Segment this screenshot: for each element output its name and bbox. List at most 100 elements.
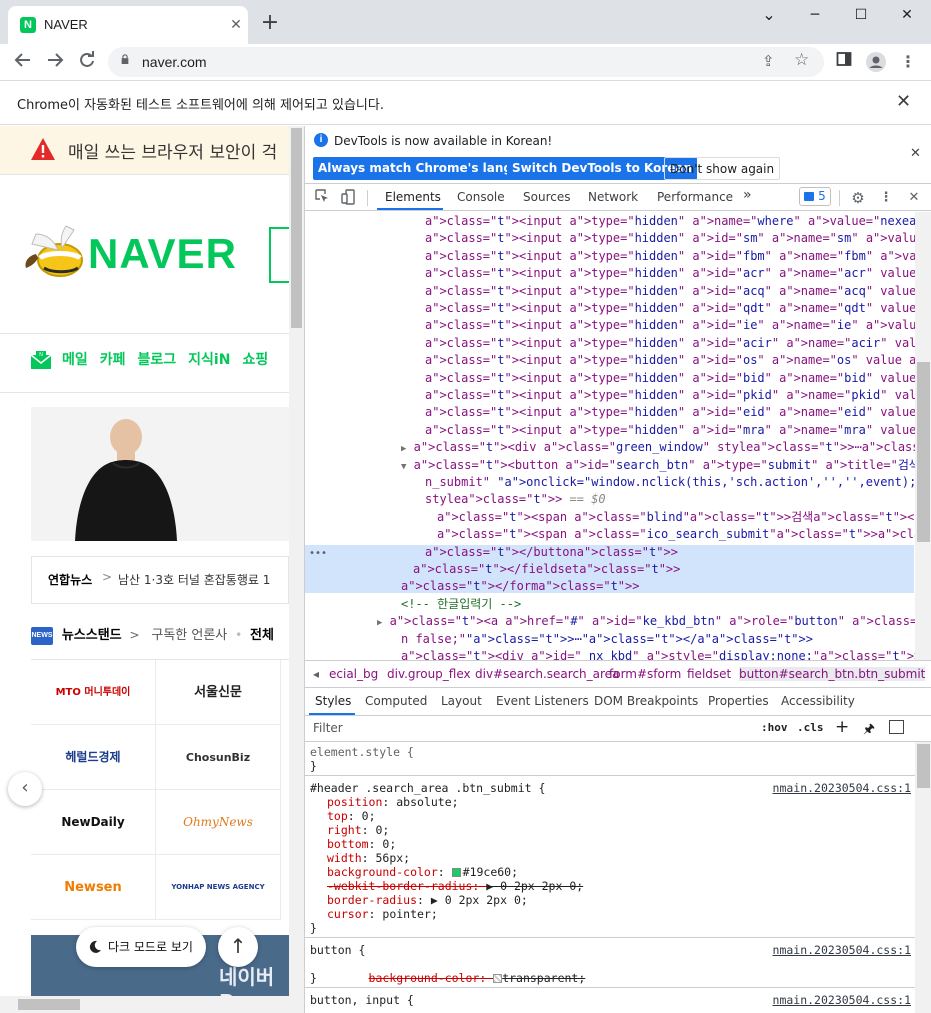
hover-state-toggle[interactable]: :hov [761,721,788,734]
dom-node-line[interactable]: a">class="t"></buttona">class="t">> [305,544,915,561]
carousel-prev-button[interactable]: ‹ [8,772,42,806]
search-box[interactable] [269,227,289,283]
style-property[interactable]: bottom: 0; [327,837,396,851]
subtab-styles[interactable]: Styles [315,694,351,708]
tab-console[interactable]: Console [457,190,505,204]
nav-shopping[interactable]: 쇼핑 [242,352,268,368]
subtab-accessibility[interactable]: Accessibility [781,694,855,708]
rule-selector[interactable]: #header .search_area .btn_submit { [310,781,545,795]
subtab-layout[interactable]: Layout [441,694,482,708]
tab-performance[interactable]: Performance [657,190,733,204]
news-ticker[interactable]: 연합뉴스 > 남산 1·3호 터널 혼잡통행료 1 [31,556,289,604]
dark-mode-button[interactable]: 다크 모드로 보기 [76,927,206,967]
more-tabs-icon[interactable]: » [743,187,752,203]
dom-node-line[interactable]: n false;""a">class="t">>⋯"a">class="t"><… [305,631,915,648]
close-window-button[interactable]: ✕ [884,0,930,32]
dont-show-again-button[interactable]: Don't show again [664,157,781,180]
address-bar[interactable]: naver.com ⇪ ☆ [108,47,824,77]
bookmark-star-icon[interactable]: ☆ [794,50,809,70]
dom-node-line[interactable]: a">class="t"><input a">type="hidden" a">… [305,404,915,421]
tab-network[interactable]: Network [588,190,638,204]
breadcrumb-item[interactable]: form#sform [609,667,681,681]
dom-node-line[interactable]: a">class="t"><input a">type="hidden" a">… [305,335,915,352]
element-state-icon[interactable]: 🖈 [863,720,875,742]
profile-avatar-icon[interactable] [865,51,887,73]
color-swatch[interactable] [493,974,503,983]
dom-node-line[interactable]: a">class="t"><input a">type="hidden" a">… [305,248,915,265]
breadcrumb-item[interactable]: ecial_bg [329,667,378,681]
news-headline[interactable]: 남산 1·3호 터널 혼잡통행료 1 [118,571,270,588]
issues-badge[interactable]: 5 [799,187,831,206]
infobar-close-icon[interactable]: ✕ [896,91,911,112]
dom-scrollbar-thumb[interactable] [917,362,930,542]
back-icon[interactable] [12,51,34,73]
inspect-element-icon[interactable] [313,189,331,207]
reload-icon[interactable] [76,51,98,73]
security-alert-banner[interactable]: 매일 쓰는 브라우저 보안이 걱 [0,126,289,174]
tab-search-icon[interactable]: ⌄ [746,0,792,32]
subtab-computed[interactable]: Computed [365,694,427,708]
dom-node-line[interactable]: stylea">class="t">> == $0 [305,491,915,508]
breadcrumb-scroll-left-icon[interactable]: ◂ [313,667,319,681]
nav-blog[interactable]: 블로그 [138,352,177,368]
breadcrumb-item-selected[interactable]: button#search_btn.btn_submit [739,667,926,681]
new-style-rule-icon[interactable]: + [835,717,849,737]
dom-node-line[interactable]: a">class="t"></forma">class="t">> [305,578,915,595]
toggle-sidebar-icon[interactable] [889,720,904,734]
dom-node-line[interactable]: ▶ a">class="t"><a a">href="#" a">id="ke_… [305,613,915,630]
dom-node-line[interactable]: a">class="t"><input a">type="hidden" a">… [305,422,915,439]
breadcrumb-item[interactable]: fieldset [687,667,731,681]
press-logo-newdaily[interactable]: NewDaily [31,790,156,855]
naver-mascot-logo-icon[interactable] [22,218,86,280]
dom-node-line[interactable]: a">class="t"><input a">type="hidden" a">… [305,387,915,404]
subtab-event-listeners[interactable]: Event Listeners [496,694,589,708]
press-logo-herald[interactable]: 헤럴드경제 [31,725,156,790]
mail-icon[interactable]: N [30,349,52,371]
newsstand-title[interactable]: 뉴스스탠드 [62,628,122,643]
rule-selector[interactable]: button { [310,943,365,957]
device-toolbar-icon[interactable] [339,189,357,207]
press-logo-ohmynews[interactable]: OhmyNews [156,790,281,855]
press-logo-newsen[interactable]: Newsen [31,855,156,920]
style-property[interactable]: -webkit-border-radius: ▶ 0 2px 2px 0; [327,879,583,893]
element-style-selector[interactable]: element.style { [310,745,414,759]
settings-gear-icon[interactable]: ⚙ [849,189,867,207]
breadcrumb-item[interactable]: div.group_flex [387,667,471,681]
dom-tree[interactable]: ••• a">class="t"><input a">type="hidden"… [305,212,915,660]
nav-kin[interactable]: 지식iN [188,352,230,368]
share-icon[interactable]: ⇪ [762,52,775,70]
promo-banner-image[interactable] [31,407,289,541]
dom-node-line[interactable]: a">class="t"><input a">type="hidden" a">… [305,213,915,230]
tab-sources[interactable]: Sources [523,190,570,204]
maximize-button[interactable]: ☐ [838,0,884,32]
dom-node-line[interactable]: a">class="t"><input a">type="hidden" a">… [305,352,915,369]
browser-menu-icon[interactable]: ⋮ [897,51,919,73]
style-property[interactable]: width: 56px; [327,851,410,865]
dom-node-line[interactable]: a">class="t"><input a">type="hidden" a">… [305,370,915,387]
subscribed-press-tab[interactable]: 구독한 언론사 [151,628,227,643]
dom-node-line[interactable]: n_submit" "a">onclick="window.nclick(thi… [305,474,915,491]
naver-logo-text[interactable]: NAVER [88,230,237,278]
dom-node-line[interactable]: ▼ a">class="t"><button a">id="search_btn… [305,457,915,474]
dom-comment-node[interactable]: <!-- 한글입력기 --> [305,596,915,613]
rule-source-link[interactable]: nmain.20230504.css:1 [773,781,911,795]
dom-node-line[interactable]: a">class="t"><span a">class="blind"a">cl… [305,509,915,526]
styles-scrollbar-thumb[interactable] [917,744,930,788]
dom-node-line[interactable]: a">class="t"><input a">type="hidden" a">… [305,300,915,317]
nav-cafe[interactable]: 카페 [100,352,126,368]
page-horizontal-scrollbar-thumb[interactable] [18,999,80,1010]
dom-node-line[interactable]: a">class="t"><input a">type="hidden" a">… [305,317,915,334]
page-scrollbar-thumb[interactable] [291,128,302,328]
close-devtools-icon[interactable]: ✕ [905,189,923,207]
dom-node-line[interactable]: a">class="t"></fieldseta">class="t">> [305,561,915,578]
style-property[interactable]: position: absolute; [327,795,459,809]
notice-close-icon[interactable]: ✕ [910,146,921,161]
style-property[interactable]: cursor: pointer; [327,907,438,921]
style-property[interactable]: top: 0; [327,809,376,823]
rule-selector[interactable]: button, input { [310,993,414,1007]
dom-node-line[interactable]: a">class="t"><div a">id="_nx_kbd" a">sty… [305,648,915,660]
forward-icon[interactable] [44,51,66,73]
dom-node-line[interactable]: a">class="t"><span a">class="ico_search_… [305,526,915,543]
style-property[interactable]: border-radius: ▶ 0 2px 2px 0; [327,893,528,907]
dom-node-line[interactable]: a">class="t"><input a">type="hidden" a">… [305,283,915,300]
